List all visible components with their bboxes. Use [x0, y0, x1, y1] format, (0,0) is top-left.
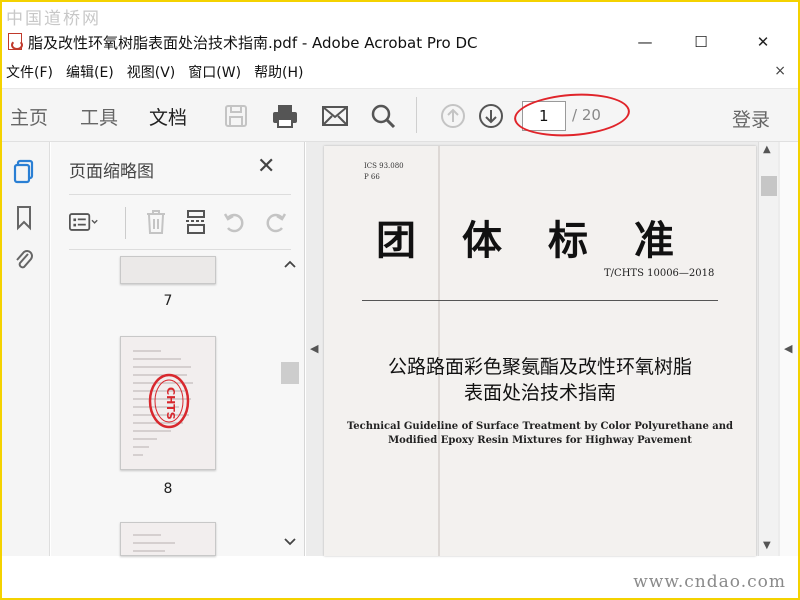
- toolbar-separator: [125, 207, 126, 239]
- right-pane-edge: ◀: [780, 142, 798, 556]
- ics-code: ICS 93.080 P 66: [364, 161, 404, 183]
- thumbnail-page[interactable]: [120, 522, 216, 556]
- scrollbar-thumb[interactable]: [281, 362, 299, 384]
- thumbnails-panel: 页面缩略图 ✕ 7 CHTS 8: [51, 142, 305, 556]
- thumbnail-page[interactable]: [120, 256, 216, 284]
- save-icon[interactable]: [221, 101, 251, 131]
- options-menu-icon[interactable]: [69, 207, 99, 237]
- thumbnails-scrollbar[interactable]: [279, 254, 301, 554]
- maximize-button[interactable]: ☐: [678, 28, 724, 56]
- print-icon[interactable]: [270, 101, 300, 131]
- rotate-left-icon[interactable]: [219, 207, 249, 237]
- scroll-down-icon[interactable]: ▼: [763, 540, 771, 551]
- page-thumbnails-icon[interactable]: [10, 158, 38, 186]
- menu-help[interactable]: 帮助(H): [250, 62, 312, 82]
- document-scrollbar[interactable]: ▲ ▼: [758, 142, 778, 556]
- chinese-title: 公路路面彩色聚氨酯及改性环氧树脂 表面处治技术指南: [344, 354, 736, 406]
- pdf-file-icon: [8, 33, 23, 50]
- thumbnails-title: 页面缩略图: [69, 162, 154, 182]
- ics-line: P 66: [364, 173, 380, 181]
- menu-bar: 文件(F) 编辑(E) 视图(V) 窗口(W) 帮助(H) ×: [2, 60, 798, 84]
- scroll-up-icon[interactable]: ▲: [763, 144, 771, 155]
- scrollbar-thumb[interactable]: [761, 176, 777, 196]
- menu-view[interactable]: 视图(V): [123, 62, 185, 82]
- menu-file[interactable]: 文件(F): [2, 62, 62, 82]
- attachment-icon[interactable]: [10, 246, 38, 274]
- login-button[interactable]: 登录: [732, 105, 770, 132]
- rotate-right-icon[interactable]: [261, 207, 291, 237]
- document-view[interactable]: ◀ ICS 93.080 P 66 团体标准 T/CHTS 10006—2018…: [306, 142, 798, 556]
- scroll-up-icon[interactable]: [284, 260, 296, 268]
- english-title-line: Technical Guideline of Surface Treatment…: [346, 421, 734, 432]
- minimize-button[interactable]: —: [622, 28, 668, 56]
- english-title: Technical Guideline of Surface Treatment…: [344, 420, 736, 448]
- toolbar-separator: [416, 97, 417, 133]
- standard-code: T/CHTS 10006—2018: [604, 268, 715, 279]
- watermark-top: 中国道桥网: [6, 9, 101, 29]
- next-page-icon[interactable]: [476, 101, 506, 131]
- chinese-title-line: 表面处治技术指南: [463, 382, 616, 404]
- english-title-line: Modified Epoxy Resin Mixtures for Highwa…: [388, 435, 692, 446]
- watermark-bottom: www.cndao.com: [633, 572, 786, 592]
- window-title: 脂及改性环氧树脂表面处治技术指南.pdf - Adobe Acrobat Pro…: [28, 34, 478, 52]
- chts-stamp-text: CHTS: [164, 387, 177, 420]
- app-frame: 中国道桥网 脂及改性环氧树脂表面处治技术指南.pdf - Adobe Acrob…: [2, 2, 798, 598]
- navigation-rail: [2, 142, 50, 556]
- previous-page-icon[interactable]: [438, 101, 468, 131]
- standard-title: 团体标准: [376, 217, 720, 264]
- thumbnail-page-number: 7: [163, 293, 173, 309]
- search-icon[interactable]: [368, 101, 398, 131]
- close-panel-button[interactable]: ✕: [257, 154, 275, 179]
- title-bar: 脂及改性环氧树脂表面处治技术指南.pdf - Adobe Acrobat Pro…: [2, 28, 798, 56]
- divider: [362, 300, 718, 301]
- main-toolbar: 主页 工具 文档 1 / 20 登录: [2, 88, 798, 142]
- delete-page-icon[interactable]: [141, 207, 171, 237]
- extract-page-icon[interactable]: [181, 207, 211, 237]
- tab-home[interactable]: 主页: [10, 103, 48, 130]
- thumbnail-page[interactable]: CHTS: [120, 336, 216, 470]
- tab-tools[interactable]: 工具: [80, 103, 118, 130]
- close-window-button[interactable]: ✕: [740, 28, 786, 56]
- page-highlight-annotation: [512, 90, 632, 140]
- chinese-title-line: 公路路面彩色聚氨酯及改性环氧树脂: [387, 356, 692, 378]
- menu-window[interactable]: 窗口(W): [184, 62, 250, 82]
- mail-icon[interactable]: [320, 101, 350, 131]
- thumbnails-toolbar: [69, 194, 291, 250]
- collapse-left-icon[interactable]: ◀: [310, 342, 318, 355]
- bookmark-icon[interactable]: [10, 204, 38, 232]
- close-document-button[interactable]: ×: [774, 63, 786, 79]
- tab-document[interactable]: 文档: [149, 103, 187, 130]
- menu-edit[interactable]: 编辑(E): [62, 62, 123, 82]
- pdf-page: ICS 93.080 P 66 团体标准 T/CHTS 10006—2018 公…: [324, 146, 756, 556]
- thumbnail-page-number: 8: [163, 481, 173, 497]
- thumbnail-page-content: [133, 534, 175, 552]
- collapse-right-icon[interactable]: ◀: [784, 342, 792, 355]
- scroll-down-icon[interactable]: [284, 538, 296, 546]
- ics-line: ICS 93.080: [364, 162, 404, 170]
